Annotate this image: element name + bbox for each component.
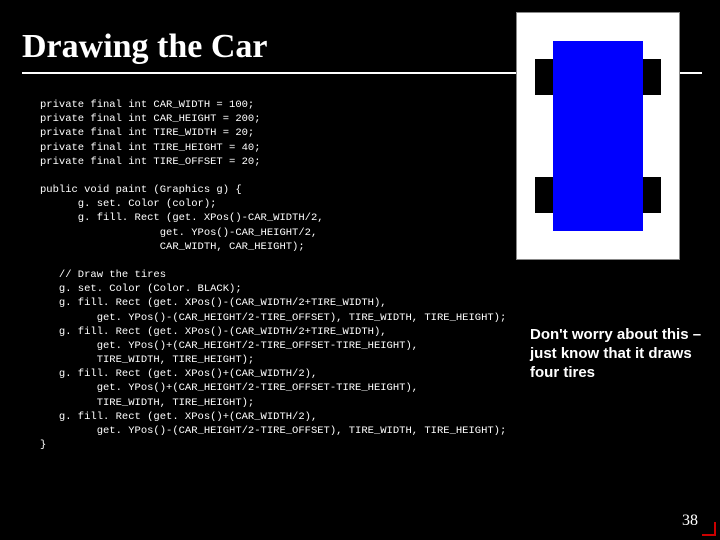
code-line: private final int TIRE_OFFSET = 20;	[40, 156, 261, 168]
code-line: g. fill. Rect (get. XPos()-(CAR_WIDTH/2+…	[40, 326, 387, 338]
code-line: g. set. Color (color);	[40, 198, 216, 210]
tire-top-left	[535, 59, 553, 95]
code-line: private final int TIRE_HEIGHT = 40;	[40, 142, 261, 154]
code-line: g. fill. Rect (get. XPos()-CAR_WIDTH/2,	[40, 212, 324, 224]
code-line: get. YPos()-CAR_HEIGHT/2,	[40, 227, 317, 239]
code-line: TIRE_WIDTH, TIRE_HEIGHT);	[40, 354, 254, 366]
code-line: }	[40, 439, 46, 451]
code-line: get. YPos()+(CAR_HEIGHT/2-TIRE_OFFSET-TI…	[40, 382, 418, 394]
code-line: TIRE_WIDTH, TIRE_HEIGHT);	[40, 397, 254, 409]
code-line: get. YPos()-(CAR_HEIGHT/2-TIRE_OFFSET), …	[40, 425, 506, 437]
code-line: private final int CAR_HEIGHT = 200;	[40, 113, 261, 125]
code-line: // Draw the tires	[40, 269, 166, 281]
code-line: get. YPos()+(CAR_HEIGHT/2-TIRE_OFFSET-TI…	[40, 340, 418, 352]
code-line: private final int CAR_WIDTH = 100;	[40, 99, 254, 111]
code-line: get. YPos()-(CAR_HEIGHT/2-TIRE_OFFSET), …	[40, 312, 506, 324]
code-block: private final int CAR_WIDTH = 100; priva…	[40, 98, 680, 452]
code-line: g. fill. Rect (get. XPos()+(CAR_WIDTH/2)…	[40, 368, 317, 380]
code-line: g. fill. Rect (get. XPos()+(CAR_WIDTH/2)…	[40, 411, 317, 423]
code-line: public void paint (Graphics g) {	[40, 184, 242, 196]
code-line: CAR_WIDTH, CAR_HEIGHT);	[40, 241, 305, 253]
code-line: g. fill. Rect (get. XPos()-(CAR_WIDTH/2+…	[40, 297, 387, 309]
code-line: g. set. Color (Color. BLACK);	[40, 283, 242, 295]
corner-decoration-icon	[702, 522, 716, 536]
page-number: 38	[682, 512, 698, 530]
callout-note: Don't worry about this – just know that …	[530, 326, 710, 382]
slide: Drawing the Car private final int CAR_WI…	[0, 0, 720, 540]
tire-top-right	[643, 59, 661, 95]
code-line: private final int TIRE_WIDTH = 20;	[40, 127, 254, 139]
